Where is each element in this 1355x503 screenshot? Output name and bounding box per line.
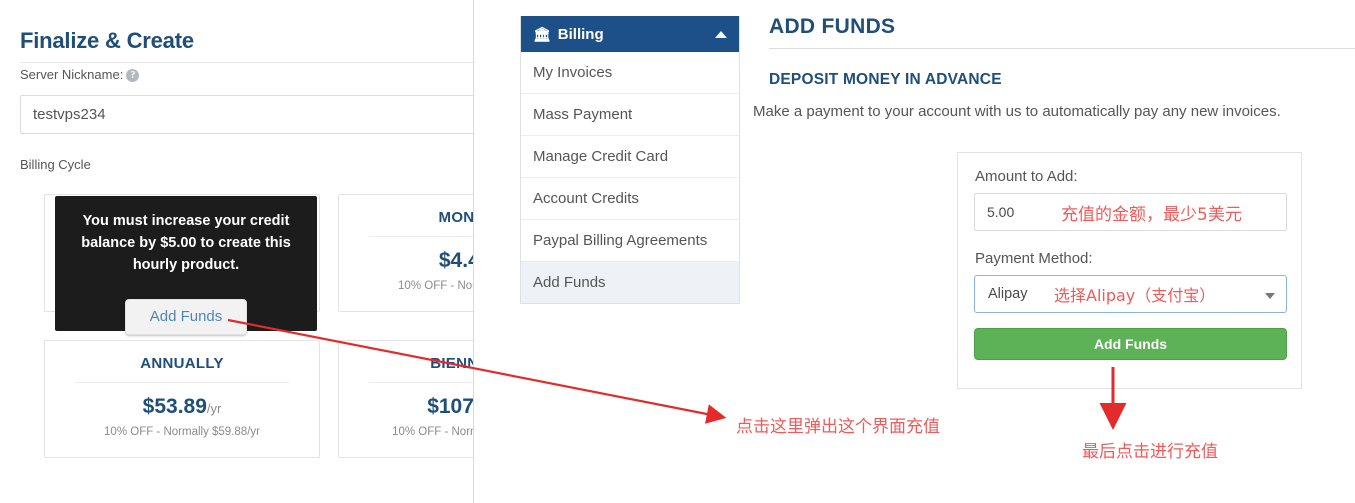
screenshot-root: Finalize & Create Server Nickname:? test…	[0, 0, 1355, 503]
credit-balance-tooltip: You must increase your credit balance by…	[55, 196, 317, 335]
card-price: $107.78/2yr	[339, 395, 473, 419]
annotation-finally-click-zh: 最后点击进行充值	[1082, 442, 1218, 462]
title-divider	[20, 62, 473, 63]
billing-menu: 🏛 Billing My Invoices Mass Payment Manag…	[520, 16, 740, 304]
billing-menu-item-add-funds[interactable]: Add Funds	[521, 262, 739, 303]
add-funds-description: Make a payment to your account with us t…	[753, 103, 1281, 120]
tooltip-add-funds-button[interactable]: Add Funds	[125, 299, 247, 335]
question-circle-icon[interactable]: ?	[126, 69, 140, 82]
payment-method-value: Alipay	[988, 286, 1028, 302]
payment-method-label: Payment Method:	[975, 250, 1093, 267]
add-funds-form-box: Amount to Add: 5.00 充值的金额，最少5美元 Payment …	[957, 152, 1302, 389]
billing-cycle-card-biennially[interactable]: BIENNIALLY $107.78/2yr 10% OFF - Normall…	[338, 340, 473, 458]
page-title: Finalize & Create	[20, 28, 194, 53]
billing-cycle-card-monthly[interactable]: MONTHLY $4.49/mo 10% OFF - Normally $4.9…	[338, 194, 473, 312]
billing-cycle-card-annually[interactable]: ANNUALLY $53.89/yr 10% OFF - Normally $5…	[44, 340, 320, 458]
card-divider	[75, 382, 289, 383]
card-price: $53.89/yr	[45, 395, 319, 419]
card-note: 10% OFF - Normally $119.76/2yr	[392, 426, 473, 438]
add-funds-subtitle: DEPOSIT MONEY IN ADVANCE	[769, 71, 1002, 88]
amount-to-add-input[interactable]: 5.00 充值的金额，最少5美元	[974, 193, 1287, 231]
annotation-click-here-zh: 点击这里弹出这个界面充值	[736, 417, 940, 437]
amount-to-add-label: Amount to Add:	[975, 168, 1078, 185]
billing-menu-item-account-credits[interactable]: Account Credits	[521, 178, 739, 220]
chevron-up-icon[interactable]	[715, 30, 727, 38]
amount-to-add-value: 5.00	[987, 204, 1015, 220]
billing-menu-item-manage-credit-card[interactable]: Manage Credit Card	[521, 136, 739, 178]
card-price-period: /yr	[206, 401, 222, 416]
card-title: BIENNIALLY	[430, 355, 473, 372]
card-note: 10% OFF - Normally $59.88/yr	[104, 426, 260, 438]
card-price-amount: $107.78	[427, 395, 473, 418]
billing-menu-item-my-invoices[interactable]: My Invoices	[521, 52, 739, 94]
card-title: ANNUALLY	[140, 355, 224, 372]
payment-method-annotation-zh: 选择Alipay（支付宝）	[1054, 286, 1216, 305]
card-price-amount: $4.49	[438, 249, 473, 272]
server-nickname-label-text: Server Nickname:	[20, 67, 124, 82]
card-price: $4.49/mo	[339, 249, 473, 273]
card-note: 10% OFF - Normally $4.99/mo	[398, 280, 473, 292]
add-funds-title: ADD FUNDS	[769, 15, 896, 38]
caret-down-icon[interactable]	[1265, 293, 1275, 299]
billing-menu-item-mass-payment[interactable]: Mass Payment	[521, 94, 739, 136]
amount-annotation-zh: 充值的金额，最少5美元	[1061, 205, 1242, 225]
card-divider	[369, 382, 473, 383]
billing-menu-header-label: Billing	[557, 25, 604, 43]
card-price-amount: $53.89	[142, 395, 207, 418]
payment-method-select[interactable]: Alipay 选择Alipay（支付宝）	[974, 275, 1287, 313]
card-title: MONTHLY	[438, 209, 473, 226]
billing-menu-item-paypal-billing-agreements[interactable]: Paypal Billing Agreements	[521, 220, 739, 262]
billing-cycle-label: Billing Cycle	[20, 157, 91, 172]
card-divider	[369, 236, 473, 237]
tooltip-message: You must increase your credit balance by…	[81, 213, 291, 273]
billing-menu-header[interactable]: 🏛 Billing	[521, 16, 739, 52]
add-funds-submit-button[interactable]: Add Funds	[974, 328, 1287, 360]
finalize-create-page: Finalize & Create Server Nickname:? test…	[0, 0, 473, 503]
bank-icon: 🏛	[533, 26, 551, 42]
add-funds-divider	[769, 48, 1355, 49]
add-funds-overlay-panel: 🏛 Billing My Invoices Mass Payment Manag…	[473, 0, 1355, 503]
server-nickname-label: Server Nickname:?	[20, 67, 140, 82]
server-nickname-input[interactable]: testvps234	[20, 95, 473, 134]
